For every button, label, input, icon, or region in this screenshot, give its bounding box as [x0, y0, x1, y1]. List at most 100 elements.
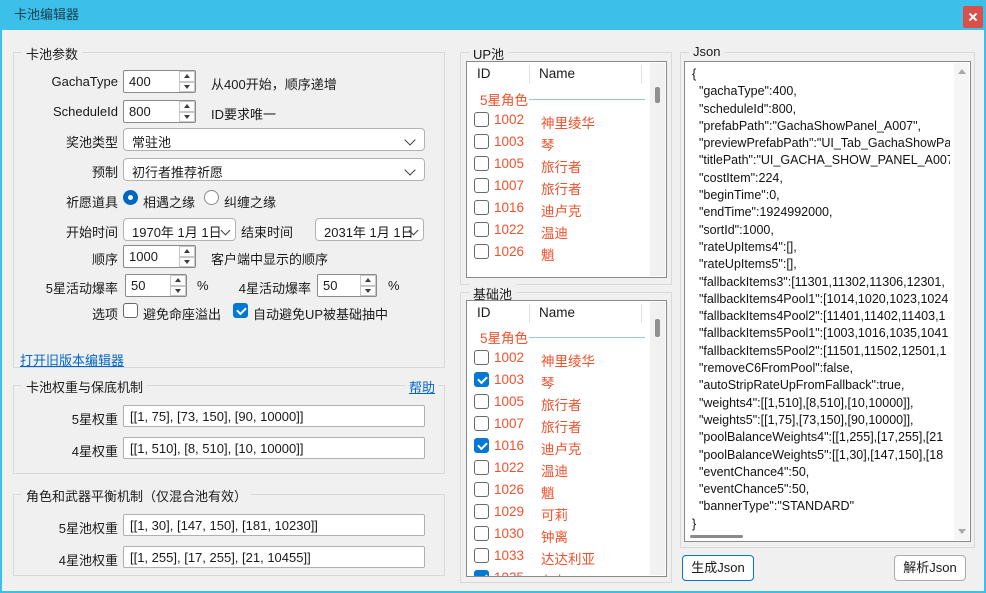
row-checkbox[interactable]	[474, 570, 489, 577]
rate5-stepper[interactable]	[170, 275, 186, 296]
row-checkbox[interactable]	[474, 244, 489, 259]
start-time-picker[interactable]: 1970年 1月 1日	[123, 218, 236, 241]
column-header-id[interactable]: ID	[477, 301, 491, 325]
column-header-name[interactable]: Name	[539, 62, 575, 86]
end-time-picker[interactable]: 2031年 1月 1日	[315, 218, 424, 241]
column-header-name[interactable]: Name	[539, 301, 575, 325]
sort-stepper[interactable]	[179, 246, 195, 267]
scrollbar[interactable]	[650, 302, 665, 575]
rate5-input[interactable]: 50	[125, 274, 187, 297]
scrollbar-thumb[interactable]	[655, 319, 660, 337]
scrollbar[interactable]	[650, 63, 665, 276]
table-row[interactable]: 1002 神里绫华	[467, 347, 649, 369]
row-checkbox[interactable]	[474, 112, 489, 127]
row-checkbox[interactable]	[474, 156, 489, 171]
preset-select[interactable]: 初行者推荐祈愿	[123, 158, 425, 181]
weight4-label: 4星权重	[20, 441, 118, 460]
scroll-down-icon[interactable]	[958, 529, 966, 534]
scrollbar[interactable]	[954, 63, 969, 540]
json-content: { "gachaType":400, "scheduleId":800, "pr…	[692, 66, 950, 533]
item-id: 1016	[494, 438, 524, 453]
list-group-header: 5星角色	[467, 87, 649, 109]
avoid-constellation-overflow-checkbox[interactable]	[123, 303, 138, 318]
item-name: 迪卢克	[541, 438, 582, 458]
rate4-label: 4星活动爆率	[200, 278, 311, 297]
rate4-input[interactable]: 50	[317, 274, 377, 297]
auto-avoid-up-checkbox[interactable]	[233, 303, 248, 318]
up-pool-list[interactable]: ID Name 5星角色 1002 神里绫华 1003 琴 1005 旅行者 1…	[466, 61, 667, 278]
scroll-up-icon[interactable]	[958, 69, 966, 74]
item-id: 1022	[494, 222, 524, 237]
row-checkbox[interactable]	[474, 504, 489, 519]
gachatype-input[interactable]: 400	[123, 70, 196, 93]
table-row[interactable]: 1022 温迪	[467, 219, 649, 241]
table-row[interactable]: 1007 旅行者	[467, 413, 649, 435]
row-checkbox[interactable]	[474, 134, 489, 149]
table-row[interactable]: 1029 可莉	[467, 501, 649, 523]
item-name: 钟离	[541, 526, 568, 546]
table-row[interactable]: 1022 温迪	[467, 457, 649, 479]
weight4-input[interactable]: [[1, 510], [8, 510], [10, 10000]]	[123, 437, 425, 459]
radio-acquaint-fate[interactable]	[123, 190, 138, 205]
gachatype-stepper[interactable]	[179, 71, 195, 92]
close-button[interactable]	[963, 6, 983, 28]
pool-weight4-input[interactable]: [[1, 255], [17, 255], [21, 10455]]	[123, 546, 425, 568]
radio-intertwined-fate-label: 纠缠之缘	[224, 192, 276, 211]
scheduleid-input[interactable]: 800	[123, 100, 196, 123]
item-name: 旅行者	[541, 394, 582, 414]
open-legacy-editor-link[interactable]: 打开旧版本编辑器	[20, 350, 124, 369]
pool-weight5-input[interactable]: [[1, 30], [147, 150], [181, 10230]]	[123, 514, 425, 536]
title-bar[interactable]: 卡池编辑器	[0, 0, 986, 30]
row-checkbox[interactable]	[474, 394, 489, 409]
row-checkbox[interactable]	[474, 178, 489, 193]
row-checkbox[interactable]	[474, 548, 489, 563]
scheduleid-stepper[interactable]	[179, 101, 195, 122]
row-checkbox[interactable]	[474, 222, 489, 237]
table-row[interactable]: 1035 七七	[467, 567, 649, 577]
list-group-header: 5星角色	[467, 325, 649, 347]
table-row[interactable]: 1007 旅行者	[467, 175, 649, 197]
pool-type-select[interactable]: 常驻池	[123, 128, 425, 151]
column-header-id[interactable]: ID	[477, 62, 491, 86]
row-checkbox[interactable]	[474, 350, 489, 365]
sort-input[interactable]: 1000	[123, 245, 196, 268]
json-textarea[interactable]: { "gachaType":400, "scheduleId":800, "pr…	[684, 61, 971, 542]
pool-weight4-label: 4星池权重	[20, 550, 118, 569]
table-row[interactable]: 1003 琴	[467, 131, 649, 153]
item-name: 魈	[541, 482, 555, 502]
table-row[interactable]: 1002 神里绫华	[467, 109, 649, 131]
spin-down-icon	[184, 115, 190, 119]
table-row[interactable]: 1033 达达利亚	[467, 545, 649, 567]
table-row[interactable]: 1016 迪卢克	[467, 435, 649, 457]
rate4-stepper[interactable]	[360, 275, 376, 296]
horizontal-scrollbar-thumb[interactable]	[690, 535, 743, 538]
table-row[interactable]: 1030 钟离	[467, 523, 649, 545]
row-checkbox[interactable]	[474, 200, 489, 215]
row-checkbox[interactable]	[474, 416, 489, 431]
row-checkbox[interactable]	[474, 526, 489, 541]
table-row[interactable]: 1016 迪卢克	[467, 197, 649, 219]
table-row[interactable]: 1026 魈	[467, 479, 649, 501]
item-id: 1026	[494, 244, 524, 259]
table-row[interactable]: 1026 魈	[467, 241, 649, 263]
generate-json-button[interactable]: 生成Json	[682, 555, 754, 581]
base-pool-list[interactable]: ID Name 5星角色 1002 神里绫华 1003 琴 1005 旅行者 1…	[466, 300, 667, 577]
table-row[interactable]: 1005 旅行者	[467, 153, 649, 175]
item-id: 1030	[494, 526, 524, 541]
radio-intertwined-fate[interactable]	[204, 190, 219, 205]
row-checkbox[interactable]	[474, 460, 489, 475]
spin-up-icon	[184, 249, 190, 253]
scrollbar-thumb[interactable]	[655, 87, 660, 103]
help-link[interactable]: 帮助	[406, 377, 438, 396]
auto-avoid-up-label: 自动避免UP被基础抽中	[253, 304, 388, 323]
row-checkbox[interactable]	[474, 372, 489, 387]
weight5-input[interactable]: [[1, 75], [73, 150], [90, 10000]]	[123, 405, 425, 427]
preset-label: 预制	[20, 162, 118, 181]
table-row[interactable]: 1003 琴	[467, 369, 649, 391]
row-checkbox[interactable]	[474, 438, 489, 453]
row-checkbox[interactable]	[474, 482, 489, 497]
item-id: 1005	[494, 156, 524, 171]
spin-up-icon	[175, 278, 181, 282]
parse-json-button[interactable]: 解析Json	[894, 555, 966, 581]
table-row[interactable]: 1005 旅行者	[467, 391, 649, 413]
